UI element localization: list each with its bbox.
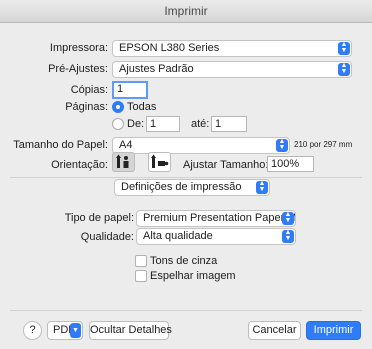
orientation-portrait-button[interactable] xyxy=(112,152,135,172)
up-down-chevron-icon: ▲ ▼ xyxy=(256,180,268,194)
pdf-button[interactable]: PDF ▼ xyxy=(47,321,83,340)
pages-all-label: Todas xyxy=(127,101,157,113)
paper-type-popup[interactable]: Premium Presentation Paper Matte ▲▼ xyxy=(136,210,296,227)
paper-size-label: Tamanho do Papel: xyxy=(13,139,108,151)
scale-label: Ajustar Tamanho: xyxy=(183,159,269,171)
printer-label: Impressora: xyxy=(49,42,108,54)
copies-field[interactable]: 1 xyxy=(112,81,148,99)
pages-to-label: até: xyxy=(191,118,210,130)
presets-popup[interactable]: Ajustes Padrão ▲ ▼ xyxy=(112,61,352,78)
quality-label: Qualidade: xyxy=(80,231,134,243)
pages-to-field[interactable]: 1 xyxy=(211,116,247,132)
cancel-button[interactable]: Cancelar xyxy=(248,321,301,340)
paper-dimensions: 210 por 297 mm xyxy=(294,140,353,149)
divider xyxy=(10,177,362,178)
grayscale-label: Tons de cinza xyxy=(150,255,218,267)
section-menu-value: Definições de impressão xyxy=(121,181,242,193)
quality-popup[interactable]: Alta qualidade ▲ ▼ xyxy=(136,228,296,245)
copies-label: Cópias: xyxy=(70,84,108,96)
print-button[interactable]: Imprimir xyxy=(306,321,361,340)
chevron-down-icon: ▼ xyxy=(70,323,81,338)
mirror-label: Espelhar imagem xyxy=(150,270,236,282)
landscape-orientation-icon xyxy=(151,154,169,168)
pages-from-label: De: xyxy=(127,118,145,130)
section-menu-popup[interactable]: Definições de impressão ▲ ▼ xyxy=(114,179,270,196)
help-button[interactable]: ? xyxy=(23,321,42,340)
paper-type-label: Tipo de papel: xyxy=(64,212,134,224)
hide-details-button[interactable]: Ocultar Detalhes xyxy=(89,321,172,340)
printer-popup[interactable]: EPSON L380 Series ▲ ▼ xyxy=(112,40,352,57)
pages-label: Páginas: xyxy=(65,101,108,113)
presets-value: Ajustes Padrão xyxy=(119,63,194,75)
presets-label: Pré-Ajustes: xyxy=(48,63,108,75)
up-down-chevron-icon: ▲ ▼ xyxy=(338,41,350,55)
up-down-chevron-icon: ▲ ▼ xyxy=(282,229,294,243)
scale-field[interactable]: 100% xyxy=(267,156,314,172)
paper-size-popup[interactable]: A4 ▲ ▼ xyxy=(112,137,290,154)
print-dialog: Imprimir Impressora: EPSON L380 Series ▲… xyxy=(0,0,372,349)
orientation-label: Orientação: xyxy=(51,159,108,171)
window-title: Imprimir xyxy=(0,0,372,23)
up-down-chevron-icon: ▲ ▼ xyxy=(276,138,288,152)
paper-size-value: A4 xyxy=(119,139,133,151)
mirror-checkbox[interactable] xyxy=(135,270,147,282)
up-down-chevron-icon: ▲ ▼ xyxy=(282,211,294,225)
pages-all-radio[interactable] xyxy=(112,101,124,113)
portrait-orientation-icon xyxy=(116,154,129,168)
paper-type-value: Premium Presentation Paper Matte xyxy=(143,212,295,224)
printer-value: EPSON L380 Series xyxy=(119,42,220,54)
divider xyxy=(10,310,362,311)
orientation-landscape-button[interactable] xyxy=(148,152,171,172)
pages-range-radio[interactable] xyxy=(112,118,124,130)
grayscale-checkbox[interactable] xyxy=(135,255,147,267)
up-down-chevron-icon: ▲ ▼ xyxy=(338,62,350,76)
quality-value: Alta qualidade xyxy=(143,230,213,242)
pages-from-field[interactable]: 1 xyxy=(146,116,180,132)
